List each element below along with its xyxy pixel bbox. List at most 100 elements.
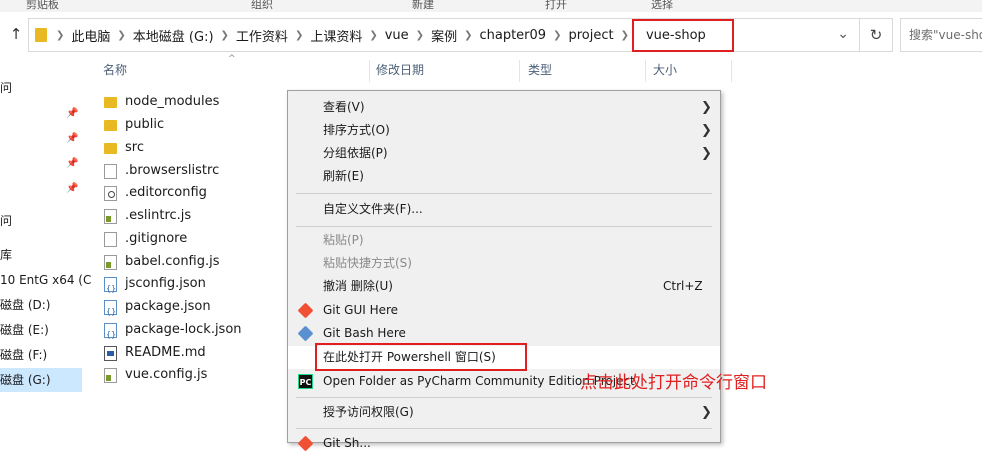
- file-name: public: [125, 117, 165, 132]
- crumb-chapter09[interactable]: chapter09: [475, 28, 550, 43]
- list-item[interactable]: .gitignore: [104, 228, 187, 250]
- git-icon: [297, 325, 314, 342]
- file-name: README.md: [125, 345, 206, 360]
- list-item[interactable]: node_modules: [104, 91, 219, 113]
- search-input[interactable]: 搜索"vue-shop": [900, 18, 982, 52]
- chevron-right-icon[interactable]: ❯: [413, 30, 427, 41]
- column-divider[interactable]: [645, 60, 646, 82]
- doc-icon: [104, 231, 117, 247]
- crumb-current-folder[interactable]: vue-shop: [631, 18, 734, 52]
- file-name: .editorconfig: [125, 185, 207, 200]
- pin-icon[interactable]: 📌: [66, 133, 78, 144]
- menu-item-grant-access[interactable]: 授予访问权限(G) ❯: [288, 401, 720, 424]
- chevron-right-icon[interactable]: ❯: [550, 30, 564, 41]
- crumb-work[interactable]: 工作资料: [232, 26, 292, 45]
- address-row: ↑ ❯ 此电脑 ❯ 本地磁盘 (G:) ❯ 工作资料 ❯ 上课资料 ❯ vue …: [0, 12, 982, 56]
- nav-item-drive-c[interactable]: 10 EntG x64 (C: [0, 268, 91, 292]
- list-item[interactable]: src: [104, 137, 144, 159]
- nav-item-drive-e[interactable]: 磁盘 (E:): [0, 318, 49, 342]
- git-icon: [297, 435, 314, 452]
- column-type[interactable]: 类型: [528, 56, 552, 84]
- file-name: .browserslistrc: [125, 163, 220, 178]
- ribbon-group-open: 打开: [545, 0, 567, 11]
- pin-icon[interactable]: 📌: [66, 158, 78, 169]
- nav-item-library[interactable]: 库: [0, 243, 12, 267]
- crumb-class[interactable]: 上课资料: [306, 26, 366, 45]
- column-divider[interactable]: [731, 60, 732, 82]
- list-item[interactable]: .eslintrc.js: [104, 205, 191, 227]
- pin-icon[interactable]: 📌: [66, 183, 78, 194]
- chevron-right-icon[interactable]: ❯: [366, 30, 380, 41]
- list-item[interactable]: babel.config.js: [104, 251, 220, 273]
- menu-item-label: 授予访问权限(G): [323, 405, 414, 419]
- refresh-icon[interactable]: ↻: [860, 18, 893, 52]
- shortcut-label: Ctrl+Z: [663, 279, 703, 293]
- column-size[interactable]: 大小: [653, 56, 677, 84]
- list-item[interactable]: jsconfig.json: [104, 273, 206, 300]
- chevron-right-icon: ❯: [701, 146, 712, 161]
- file-name: jsconfig.json: [125, 276, 206, 291]
- git-icon: [297, 302, 314, 319]
- chevron-right-icon[interactable]: ❯: [218, 30, 232, 41]
- nav-item-drive-d[interactable]: 磁盘 (D:): [0, 293, 50, 317]
- menu-item-label: 分组依据(P): [323, 146, 388, 160]
- crumb-cases[interactable]: 案例: [427, 26, 461, 45]
- chevron-right-icon[interactable]: ❯: [461, 30, 475, 41]
- pin-icon[interactable]: 📌: [66, 108, 78, 119]
- menu-item-git-bash[interactable]: Git Bash Here: [288, 322, 720, 345]
- list-item[interactable]: package-lock.json: [104, 319, 242, 346]
- breadcrumb: ❯ 此电脑 ❯ 本地磁盘 (G:) ❯ 工作资料 ❯ 上课资料 ❯ vue ❯ …: [53, 18, 734, 52]
- menu-separator: [296, 397, 712, 398]
- crumb-this-pc[interactable]: 此电脑: [67, 26, 114, 45]
- list-item[interactable]: package.json: [104, 296, 211, 323]
- crumb-drive-g[interactable]: 本地磁盘 (G:): [129, 26, 218, 45]
- menu-item-open-powershell[interactable]: 在此处打开 Powershell 窗口(S): [288, 343, 720, 371]
- column-divider[interactable]: [519, 60, 520, 82]
- menu-item-group[interactable]: 分组依据(P) ❯: [288, 142, 720, 165]
- menu-item-paste[interactable]: 粘贴(P): [288, 229, 720, 252]
- menu-item-paste-shortcut[interactable]: 粘贴快捷方式(S): [288, 252, 720, 275]
- ribbon-group-clipboard: 剪贴板: [26, 0, 59, 11]
- menu-item-undo-delete[interactable]: 撤消 删除(U) Ctrl+Z: [288, 275, 720, 298]
- folder-icon: [104, 96, 117, 108]
- menu-item-git-gui[interactable]: Git GUI Here: [288, 299, 720, 322]
- list-item[interactable]: README.md: [104, 342, 206, 364]
- list-item[interactable]: .editorconfig: [104, 182, 207, 204]
- list-item[interactable]: vue.config.js: [104, 364, 207, 386]
- json-icon: [104, 276, 117, 300]
- sort-ascending-icon: ^: [228, 54, 236, 64]
- folder-icon: [104, 119, 117, 131]
- chevron-right-icon[interactable]: ❯: [114, 30, 128, 41]
- chevron-down-icon[interactable]: ⌄: [837, 26, 849, 42]
- chevron-right-icon: ❯: [701, 405, 712, 420]
- menu-item-sort[interactable]: 排序方式(O) ❯: [288, 119, 720, 142]
- menu-item-label: 粘贴(P): [323, 233, 364, 247]
- nav-item-quick-access[interactable]: 问: [0, 76, 12, 100]
- nav-item-access[interactable]: 问: [0, 209, 12, 233]
- column-divider[interactable]: [369, 60, 370, 82]
- menu-item-view[interactable]: 查看(V) ❯: [288, 96, 720, 119]
- ribbon-group-select: 选择: [651, 0, 673, 11]
- chevron-right-icon[interactable]: ❯: [618, 30, 632, 41]
- crumb-vue[interactable]: vue: [381, 28, 413, 43]
- nav-item-drive-g[interactable]: 磁盘 (G:): [0, 368, 82, 392]
- address-bar[interactable]: ❯ 此电脑 ❯ 本地磁盘 (G:) ❯ 工作资料 ❯ 上课资料 ❯ vue ❯ …: [28, 18, 860, 52]
- menu-item-refresh[interactable]: 刷新(E): [288, 165, 720, 188]
- menu-item-label: Git Bash Here: [323, 326, 406, 340]
- menu-item-git-shell[interactable]: Git Sh...: [288, 432, 720, 455]
- menu-item-customize-folder[interactable]: 自定义文件夹(F)...: [288, 198, 720, 221]
- list-item[interactable]: public: [104, 114, 164, 136]
- crumb-project[interactable]: project: [564, 28, 617, 43]
- nav-item-drive-f[interactable]: 磁盘 (F:): [0, 343, 47, 367]
- folder-icon: [35, 28, 47, 42]
- list-item[interactable]: .browserslistrc: [104, 160, 219, 182]
- ribbon-group-organize: 组织: [251, 0, 273, 11]
- column-name[interactable]: 名称: [103, 56, 127, 84]
- column-modified[interactable]: 修改日期: [376, 56, 424, 84]
- chevron-right-icon: ❯: [701, 123, 712, 138]
- file-name: vue.config.js: [125, 367, 208, 382]
- chevron-right-icon[interactable]: ❯: [292, 30, 306, 41]
- chevron-right-icon[interactable]: ❯: [53, 30, 67, 41]
- json-icon: [104, 322, 117, 346]
- up-arrow-icon[interactable]: ↑: [8, 26, 24, 42]
